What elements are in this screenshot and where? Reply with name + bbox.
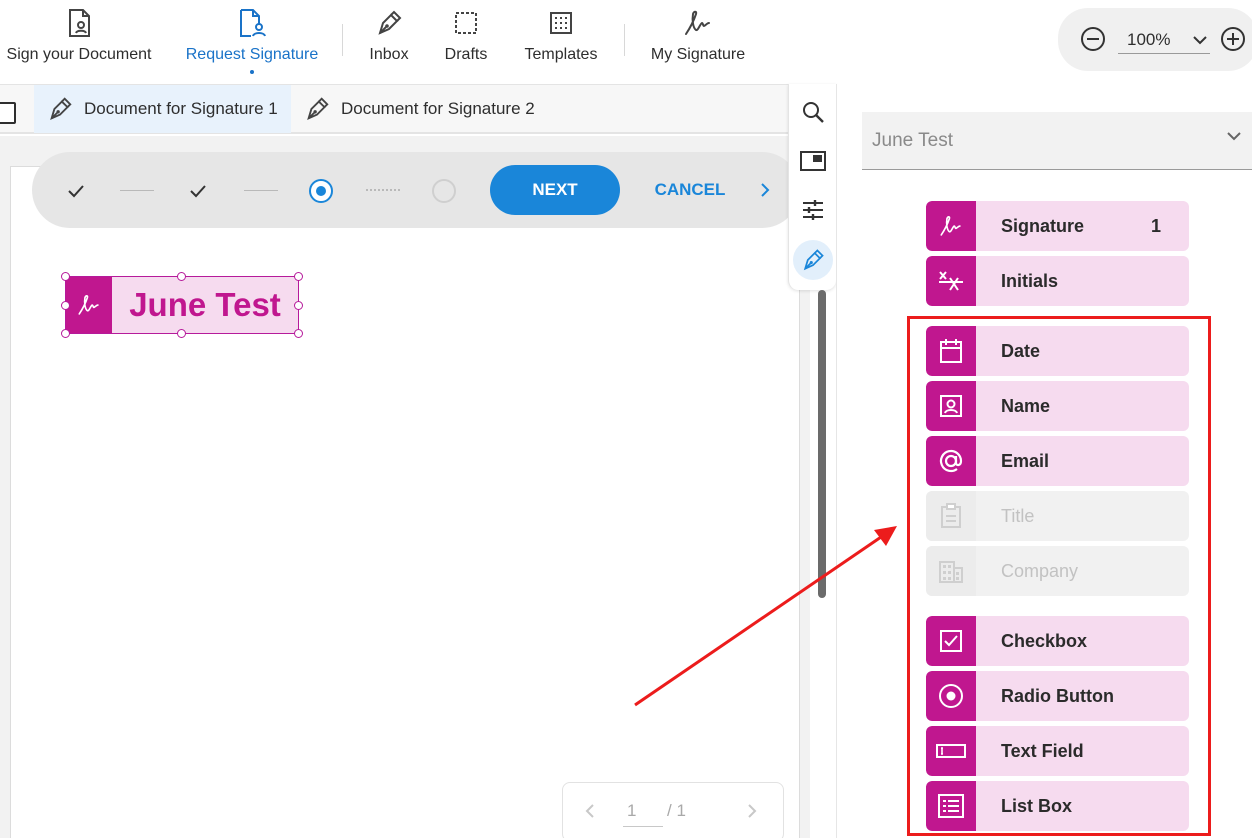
- zoom-value: 100%: [1127, 29, 1171, 49]
- resize-handle[interactable]: [294, 301, 303, 310]
- field-label: Signature: [1001, 215, 1085, 236]
- initials-icon: [926, 256, 976, 306]
- page-total: / 1: [667, 801, 686, 820]
- signature-icon: [926, 201, 976, 251]
- toolbar-label: Sign your Document: [6, 46, 152, 63]
- resize-handle[interactable]: [177, 272, 186, 281]
- toolbar-label: Drafts: [444, 46, 488, 63]
- toolbar-my-signature[interactable]: My Signature: [646, 6, 750, 80]
- tab-label: Document for Signature 2: [341, 99, 535, 118]
- step-connector: [366, 189, 400, 191]
- pen-nib-icon: [374, 6, 404, 40]
- resize-handle[interactable]: [61, 329, 70, 338]
- document-request-icon: [237, 6, 267, 40]
- panel-toggle-button[interactable]: [793, 141, 833, 181]
- field-initials[interactable]: Initials: [926, 256, 1189, 306]
- placed-signature-text: June Test: [129, 286, 281, 323]
- toolbar-templates[interactable]: Templates: [518, 6, 604, 80]
- step-done-icon: [63, 178, 89, 204]
- resize-handle[interactable]: [61, 301, 70, 310]
- stepper-expand-button[interactable]: [756, 178, 774, 202]
- chevron-down-icon: [1193, 36, 1207, 45]
- resize-handle[interactable]: [294, 272, 303, 281]
- sliders-icon: [803, 200, 823, 220]
- next-page-button[interactable]: [747, 803, 757, 824]
- tab-document-2[interactable]: Document for Signature 2: [291, 85, 561, 133]
- app-window: Sign your Document Request Signature Inb…: [0, 0, 1252, 838]
- step-current-icon: [308, 178, 334, 204]
- toolbar-drafts[interactable]: Drafts: [438, 6, 494, 80]
- select-all-checkbox[interactable]: [0, 102, 16, 124]
- step-pending-icon: [431, 178, 457, 204]
- signer-value: June Test: [872, 129, 953, 151]
- template-grid-icon: [547, 6, 575, 40]
- zoom-in-button[interactable]: [1216, 22, 1250, 56]
- toolbar-label: Inbox: [369, 46, 409, 63]
- chevron-right-icon: [748, 804, 757, 818]
- tab-document-1[interactable]: Document for Signature 1: [34, 85, 291, 133]
- signature-icon: [66, 277, 112, 333]
- resize-handle[interactable]: [177, 329, 186, 338]
- panel-icon: [800, 151, 826, 171]
- field-count: 1: [1151, 215, 1162, 236]
- step-connector: [120, 190, 154, 191]
- pen-nib-icon: [46, 95, 74, 123]
- document-page[interactable]: [10, 166, 800, 838]
- search-icon: [803, 102, 824, 123]
- page-navigator: 1 / 1: [562, 782, 784, 838]
- pen-nib-icon: [303, 95, 331, 123]
- toolbar-sign-your-document[interactable]: Sign your Document: [4, 6, 154, 80]
- toolbar-label: My Signature: [650, 46, 746, 63]
- cancel-button[interactable]: CANCEL: [644, 165, 736, 215]
- toolbar-label: Templates: [524, 46, 598, 63]
- previous-page-button[interactable]: [585, 803, 595, 824]
- toolbar-request-signature[interactable]: Request Signature: [182, 6, 322, 80]
- next-button[interactable]: NEXT: [490, 165, 620, 215]
- fields-tool-button[interactable]: [793, 240, 833, 280]
- step-connector: [244, 190, 278, 191]
- pen-nib-icon: [803, 249, 824, 271]
- signature-scribble-icon: [682, 6, 714, 40]
- toolbar-divider: [342, 24, 343, 56]
- adjust-button[interactable]: [793, 190, 833, 230]
- chevron-right-icon: [761, 183, 770, 197]
- toolbar-label: Request Signature: [185, 46, 319, 63]
- zoom-select[interactable]: 100%: [1118, 26, 1210, 54]
- toolbar-inbox[interactable]: Inbox: [360, 6, 418, 80]
- resize-handle[interactable]: [294, 329, 303, 338]
- signer-select[interactable]: June Test: [862, 112, 1252, 170]
- document-tabs: Document for Signature 1 Document for Si…: [0, 84, 788, 134]
- tool-rail: [788, 84, 836, 290]
- zoom-control: 100%: [1058, 8, 1252, 71]
- chevron-down-icon: [1227, 132, 1241, 141]
- toolbar-divider: [624, 24, 625, 56]
- resize-handle[interactable]: [61, 272, 70, 281]
- minus-circle-icon: [1081, 27, 1105, 51]
- chevron-left-icon: [585, 804, 594, 818]
- search-button[interactable]: [793, 92, 833, 132]
- zoom-out-button[interactable]: [1076, 22, 1110, 56]
- document-scrollbar[interactable]: [818, 290, 826, 598]
- tab-label: Document for Signature 1: [84, 99, 278, 118]
- field-label: Initials: [1001, 270, 1059, 291]
- annotation-highlight-box: [907, 316, 1211, 836]
- active-indicator: [250, 70, 254, 74]
- placed-signature-field[interactable]: June Test: [65, 276, 299, 334]
- page-number-input[interactable]: 1: [623, 801, 663, 827]
- plus-circle-icon: [1221, 27, 1245, 51]
- dashed-square-icon: [452, 6, 480, 40]
- document-sign-icon: [65, 6, 93, 40]
- step-done-icon: [185, 178, 211, 204]
- top-toolbar: Sign your Document Request Signature Inb…: [0, 0, 1252, 84]
- field-signature[interactable]: Signature 1: [926, 201, 1189, 251]
